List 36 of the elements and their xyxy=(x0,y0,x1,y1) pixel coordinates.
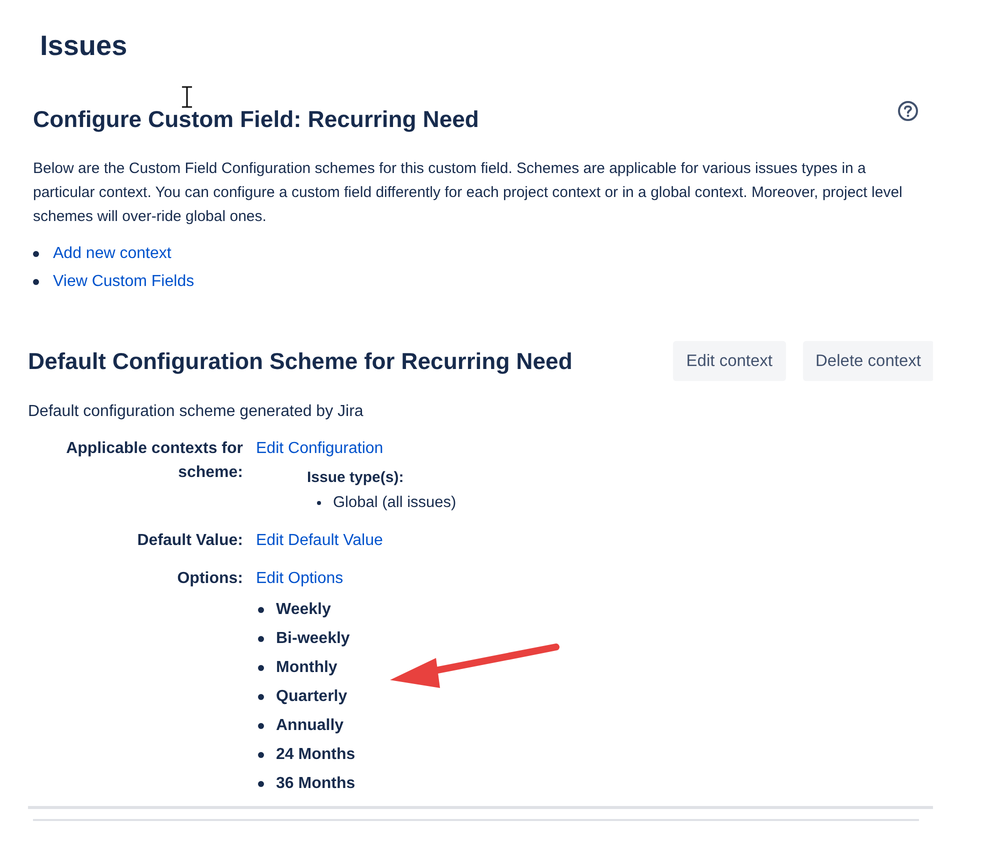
field-label: Default Value: xyxy=(136,531,243,551)
bullet-icon xyxy=(258,664,264,670)
bullet-icon xyxy=(258,780,264,786)
bullet-icon xyxy=(258,636,264,642)
link[interactable]: Edit Configuration xyxy=(256,440,384,457)
context-button[interactable]: Edit context xyxy=(673,341,786,381)
bullet-icon xyxy=(258,752,264,758)
context-button[interactable]: Delete context xyxy=(802,341,933,381)
scheme-description: Default configuration scheme generated by Jira xyxy=(28,403,364,421)
link[interactable]: Edit Default Value xyxy=(256,532,383,549)
issue-type-text: Global (all issues) xyxy=(333,493,456,513)
bullet-icon xyxy=(33,251,39,257)
page-title: Issues xyxy=(40,30,128,62)
option-text: Bi-weekly xyxy=(276,628,350,648)
help-icon[interactable] xyxy=(897,100,919,122)
section-title: Configure Custom Field: Recurring Need xyxy=(33,106,479,133)
option-text: 36 Months xyxy=(276,774,356,794)
bullet-icon xyxy=(33,279,39,285)
option-text: 24 Months xyxy=(276,744,356,764)
bullet-icon xyxy=(258,606,264,612)
option-text: Weekly xyxy=(276,600,331,620)
bullet-icon xyxy=(317,501,321,505)
link[interactable]: Add new context xyxy=(53,243,172,265)
link[interactable]: Edit Options xyxy=(256,570,344,587)
field-label: Options: xyxy=(176,569,243,589)
link[interactable]: View Custom Fields xyxy=(53,271,194,293)
issue-types-heading: Issue type(s): xyxy=(307,468,405,488)
option-text: Monthly xyxy=(276,658,338,678)
option-text: Annually xyxy=(276,716,344,736)
bullet-icon xyxy=(258,694,264,700)
text-cursor-icon xyxy=(181,86,193,108)
option-text: Quarterly xyxy=(276,686,348,706)
description-text: Below are the Custom Field Configuration schemes for this custom field. Schemes are applicable for various issues types in a particular context. You can configure a custom field differently for each project context or in a global context. Moreover, project level schemes will over-ride global ones. xyxy=(33,159,904,227)
scheme-title: Default Configuration Scheme for Recurring Need xyxy=(28,348,572,374)
bullet-icon xyxy=(258,722,264,728)
field-label: Applicable contexts for scheme: xyxy=(65,439,243,483)
